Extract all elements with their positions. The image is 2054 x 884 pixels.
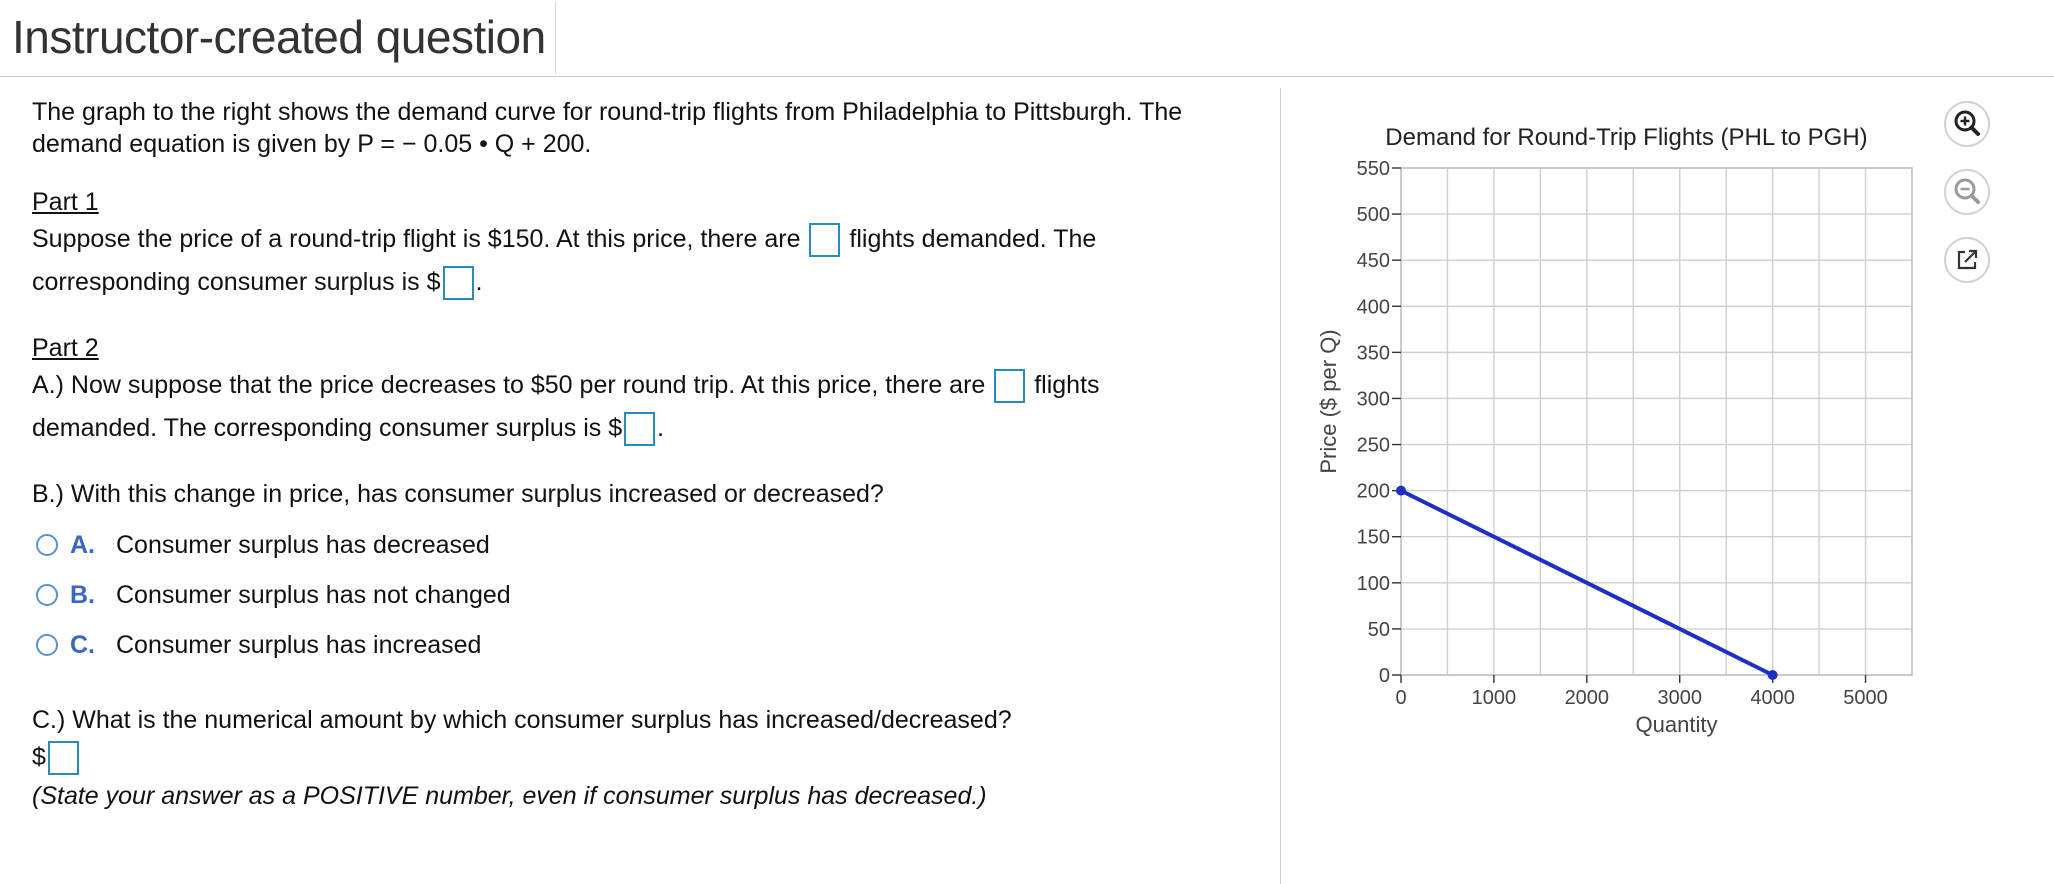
option-letter: B. [70,581,95,609]
part1-line2-after: . [475,268,483,296]
part1-line1-after: flights demanded. The [849,225,1097,253]
y-tick-label: 550 [1357,158,1390,180]
option-a[interactable]: A. Consumer surplus has decreased [32,529,490,561]
part2c-note: (State your answer as a POSITIVE number,… [32,782,987,810]
x-tick-label: 1000 [1472,687,1517,709]
x-tick-label: 0 [1395,687,1406,709]
part1-line1-text: Suppose the price of a round-trip flight… [32,225,801,253]
popout-icon [1957,249,1978,270]
part1-quantity-input[interactable] [809,223,841,258]
option-text: Consumer surplus has not changed [116,581,511,609]
part1-line2-text: corresponding consumer surplus is $ [32,268,441,296]
option-text: Consumer surplus has increased [116,631,482,659]
part1-line-1: Suppose the price of a round-trip flight… [32,223,1097,258]
part2c-prompt: C.) What is the numerical amount by whic… [32,706,1012,734]
y-tick-label: 450 [1357,250,1390,272]
zoom-out-icon [1954,178,1980,204]
y-tick-label: 50 [1368,619,1390,641]
y-tick-label: 250 [1357,435,1390,457]
y-tick-label: 100 [1357,573,1390,595]
demand-curve-endpoint [1767,670,1778,680]
radio-button[interactable] [36,634,58,656]
zoom-out-button[interactable] [1944,169,1990,215]
part2a-line1-text: A.) Now suppose that the price decreases… [32,371,986,399]
y-tick-label: 500 [1357,204,1390,226]
y-tick-label: 0 [1379,665,1390,687]
pane-divider [1280,88,1281,884]
part1-title: Part 1 [32,188,99,216]
demand-curve-endpoint [1396,485,1406,496]
part2a-quantity-input[interactable] [994,369,1026,404]
plot-frame [1400,167,1913,676]
radio-button[interactable] [36,534,58,556]
part2c-amount-input[interactable] [47,741,79,776]
part2a-line1-after: flights [1034,371,1100,399]
part2a-line-1: A.) Now suppose that the price decreases… [32,369,1100,404]
y-tick-label: 200 [1357,481,1390,503]
header: Instructor-created question [0,0,2054,77]
x-tick-label: 5000 [1843,687,1888,709]
part1-surplus-input[interactable] [442,266,474,301]
option-text: Consumer surplus has decreased [116,531,490,559]
y-tick-label: 150 [1357,527,1390,549]
part2a-line2-after: . [657,414,665,442]
zoom-in-button[interactable] [1944,101,1990,147]
part2a-surplus-input[interactable] [624,412,656,447]
intro-line-1: The graph to the right shows the demand … [32,98,1183,126]
header-divider [555,2,556,74]
part2a-line2-text: demanded. The corresponding consumer sur… [32,414,623,442]
y-tick-label: 400 [1357,296,1390,318]
popout-button[interactable] [1944,237,1990,283]
part2b-prompt: B.) With this change in price, has consu… [32,480,884,508]
chart-title: Demand for Round-Trip Flights (PHL to PG… [1385,124,1867,151]
part2c-answer-line: $ [32,741,81,776]
part2-title: Part 2 [32,334,99,362]
dollar-sign: $ [32,743,46,771]
demand-chart: 0 50 100 150 200 250 300 350 400 450 500 550 0 1000 20… [1316,124,1913,737]
x-axis-label: Quantity [1636,712,1718,737]
part1-line-2: corresponding consumer surplus is $. [32,266,483,301]
option-c[interactable]: C. Consumer surplus has increased [32,629,481,661]
intro-line-2: demand equation is given by P = − 0.05 •… [32,130,592,158]
page-title: Instructor-created question [12,11,546,63]
y-axis-label: Price ($ per Q) [1316,329,1341,473]
radio-button[interactable] [36,584,58,606]
option-letter: A. [70,531,95,559]
option-b[interactable]: B. Consumer surplus has not changed [32,579,511,611]
option-letter: C. [70,631,95,659]
part2a-line-2: demanded. The corresponding consumer sur… [32,412,665,447]
x-tick-label: 4000 [1750,687,1795,709]
y-tick-label: 350 [1357,342,1390,364]
y-tick-label: 300 [1357,388,1390,410]
zoom-in-icon [1954,110,1980,136]
x-tick-label: 2000 [1565,687,1610,709]
x-tick-label: 3000 [1657,687,1702,709]
